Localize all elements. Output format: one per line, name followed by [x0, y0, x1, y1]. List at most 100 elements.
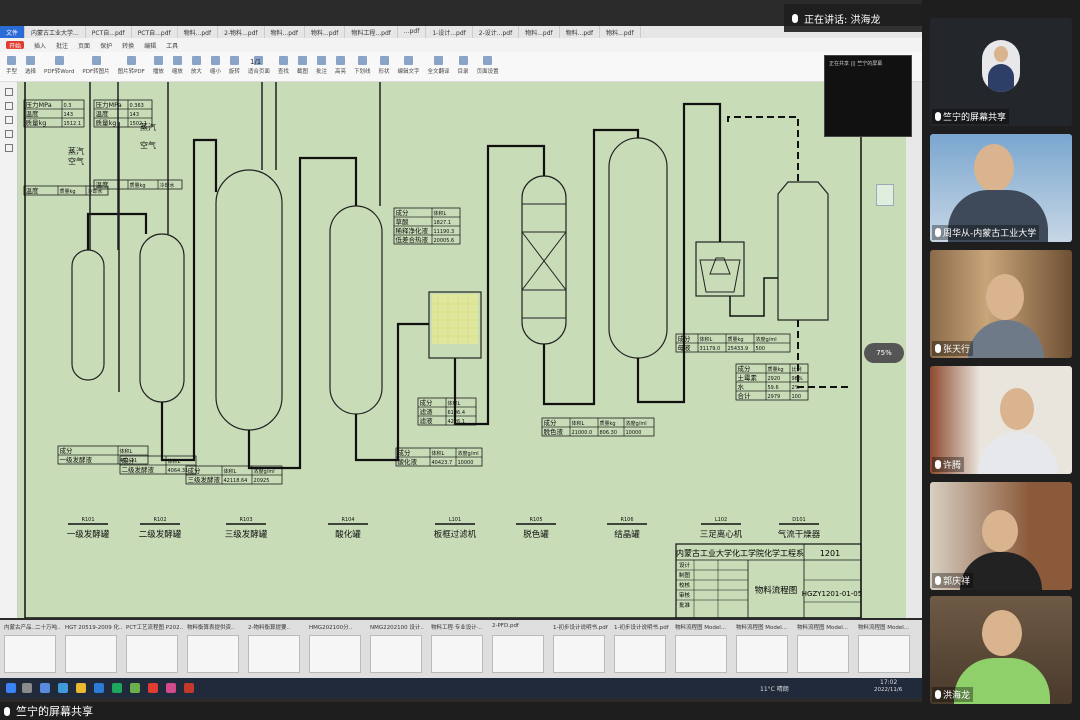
attachment-icon[interactable]: [4, 130, 13, 138]
app-icon[interactable]: [166, 683, 176, 693]
window-thumbnail-title[interactable]: 2-PFD.pdf: [492, 623, 519, 629]
browser-tab[interactable]: PCT自...pdf: [132, 26, 178, 38]
thumbnail-icon[interactable]: [4, 88, 13, 96]
window-thumbnail-title[interactable]: 物料衡算表提供资..: [187, 623, 235, 631]
ribbon-button[interactable]: 全文翻译: [428, 56, 450, 77]
browser-tab[interactable]: 2-物料...pdf: [218, 26, 265, 38]
ribbon-button[interactable]: PDF转Word: [44, 56, 74, 77]
browser-tab[interactable]: ...pdf: [398, 26, 427, 38]
ribbon-button[interactable]: 缩小: [210, 56, 221, 77]
app-icon[interactable]: [112, 683, 122, 693]
ribbon-button[interactable]: 编辑文字: [398, 56, 420, 77]
window-thumbnail-title[interactable]: 1-初步设计说明书.pdf: [553, 623, 608, 631]
window-thumbnail[interactable]: [65, 635, 117, 673]
menu-item[interactable]: 保护: [100, 41, 112, 50]
ribbon-button[interactable]: 高亮: [335, 56, 346, 77]
participant-tile[interactable]: 竺宁的屏幕共享: [930, 18, 1072, 126]
edge-icon[interactable]: [58, 683, 68, 693]
participant-tile[interactable]: 洪海龙: [930, 596, 1072, 704]
menu-item[interactable]: 工具: [166, 41, 178, 50]
window-thumbnail[interactable]: [675, 635, 727, 673]
window-thumbnail[interactable]: [4, 635, 56, 673]
search-icon[interactable]: [22, 683, 32, 693]
ribbon-button[interactable]: 查找: [278, 56, 289, 77]
browser-tab[interactable]: 2-设计...pdf: [473, 26, 520, 38]
browser-tab[interactable]: 物料工程...pdf: [345, 26, 398, 38]
window-thumbnail-title[interactable]: 物料流程图 Model...: [858, 623, 909, 631]
ribbon-button[interactable]: 目录: [458, 56, 469, 77]
participant-tile[interactable]: 周华从-内蒙古工业大学: [930, 134, 1072, 242]
window-thumbnail[interactable]: [126, 635, 178, 673]
window-thumbnail-title[interactable]: HGT 20519-2009 化..: [65, 623, 123, 631]
ribbon-button[interactable]: 放大: [191, 56, 202, 77]
task-view-icon[interactable]: [40, 683, 50, 693]
browser-tab[interactable]: 1-设计...pdf: [426, 26, 473, 38]
zoom-indicator[interactable]: 75%: [864, 343, 904, 363]
participant-tile[interactable]: 郭庆祥: [930, 482, 1072, 590]
app-icon[interactable]: [130, 683, 140, 693]
ribbon-button[interactable]: 播放: [153, 56, 164, 77]
ribbon-button[interactable]: 下划线: [354, 56, 371, 77]
window-thumbnail[interactable]: [492, 635, 544, 673]
ribbon-button[interactable]: PDF转图片: [82, 56, 110, 77]
window-thumbnail[interactable]: [797, 635, 849, 673]
window-thumbnail-title[interactable]: 物料流程图 Model...: [797, 623, 848, 631]
window-thumbnail-title[interactable]: 物料工程·专业设计·..: [431, 623, 482, 631]
window-thumbnail-title[interactable]: 2-物料衡算提要..: [248, 623, 290, 631]
comment-icon[interactable]: [4, 116, 13, 124]
window-thumbnail-title[interactable]: HMG202100分..: [309, 623, 352, 631]
participant-tile[interactable]: 许腾: [930, 366, 1072, 474]
vertical-scrollbar[interactable]: [906, 82, 922, 618]
app-icon[interactable]: [184, 683, 194, 693]
browser-tab[interactable]: PCT自...pdf: [86, 26, 132, 38]
participant-tile[interactable]: 张天行: [930, 250, 1072, 358]
window-thumbnail[interactable]: [187, 635, 239, 673]
bookmark-icon[interactable]: [4, 102, 13, 110]
window-thumbnail[interactable]: [370, 635, 422, 673]
ribbon-button[interactable]: 缩放: [172, 56, 183, 77]
window-thumbnail-title[interactable]: 物料流程图 Model...: [675, 623, 726, 631]
browser-tab[interactable]: 物料...pdf: [519, 26, 560, 38]
menu-item[interactable]: 编辑: [144, 41, 156, 50]
share-preview-overlay[interactable]: 正在共享 ||| 竺宁的屏幕: [824, 55, 912, 137]
window-thumbnail[interactable]: [614, 635, 666, 673]
ribbon-button[interactable]: 手型: [6, 56, 17, 77]
browser-tab[interactable]: 物料...pdf: [560, 26, 601, 38]
ribbon-button[interactable]: 形状: [379, 56, 390, 77]
window-thumbnail[interactable]: [858, 635, 910, 673]
menu-item[interactable]: 页面: [78, 41, 90, 50]
app-icon[interactable]: [94, 683, 104, 693]
window-thumbnail[interactable]: [431, 635, 483, 673]
window-thumbnail[interactable]: [248, 635, 300, 673]
ribbon-button[interactable]: 截图: [297, 56, 308, 77]
ribbon-button[interactable]: 批注: [316, 56, 327, 77]
window-thumbnail[interactable]: [553, 635, 605, 673]
browser-tab[interactable]: 内蒙古工业大学...: [25, 26, 86, 38]
wps-pdf-icon[interactable]: [148, 683, 158, 693]
ribbon-button[interactable]: 页面设置: [477, 56, 499, 77]
browser-tab[interactable]: 物料...pdf: [265, 26, 305, 38]
browser-tab[interactable]: 物料...pdf: [305, 26, 346, 38]
window-thumbnail[interactable]: [736, 635, 788, 673]
menu-item[interactable]: 批注: [56, 41, 68, 50]
ribbon-button[interactable]: 图片转PDF: [118, 56, 145, 77]
window-thumbnail-title[interactable]: NMG2202100 设计..: [370, 623, 424, 631]
browser-tab[interactable]: 物料...pdf: [600, 26, 641, 38]
browser-tab[interactable]: 物料...pdf: [178, 26, 219, 38]
menu-item[interactable]: 转换: [122, 41, 134, 50]
window-thumbnail-title[interactable]: 1-初步设计说明书.pdf: [614, 623, 669, 631]
menu-item[interactable]: 开始: [6, 41, 25, 50]
floating-app-icon[interactable]: [876, 184, 894, 206]
menu-item[interactable]: 插入: [34, 41, 46, 50]
file-explorer-icon[interactable]: [76, 683, 86, 693]
window-thumbnail-title[interactable]: PCT工艺流程图 P202..: [126, 623, 183, 631]
pdf-side-panel[interactable]: [0, 82, 18, 618]
window-thumbnail[interactable]: [309, 635, 361, 673]
ribbon-button[interactable]: 选择: [25, 56, 36, 77]
search-icon[interactable]: [4, 144, 13, 152]
ribbon-button[interactable]: 旋转: [229, 56, 240, 77]
window-thumbnail-title[interactable]: 内蒙古产品..二十万吨..: [4, 623, 61, 631]
start-icon[interactable]: [6, 683, 16, 693]
window-thumbnail-title[interactable]: 物料流程图 Model...: [736, 623, 787, 631]
browser-tab[interactable]: 文件: [0, 26, 26, 38]
